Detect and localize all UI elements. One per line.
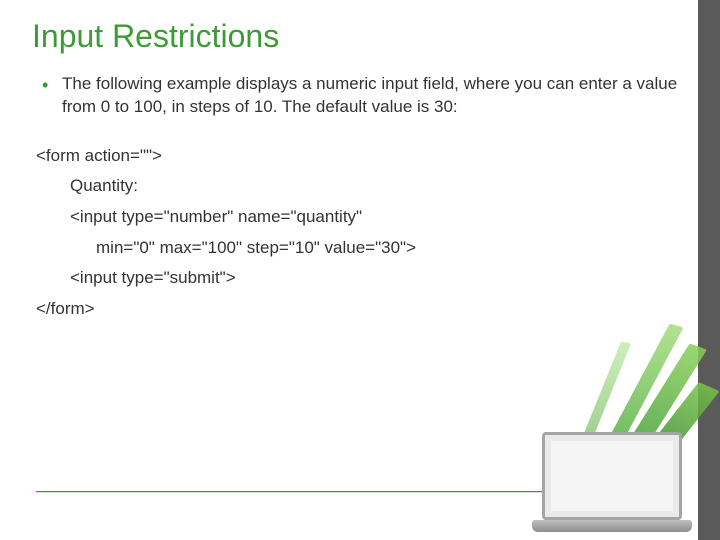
code-line: <input type="submit"> xyxy=(36,263,680,294)
bullet-item: The following example displays a numeric… xyxy=(36,73,680,119)
right-sidebar-strip xyxy=(698,0,720,540)
code-line: <input type="number" name="quantity" xyxy=(36,202,680,233)
code-line: min="0" max="100" step="10" value="30"> xyxy=(36,233,680,264)
slide-content: Input Restrictions The following example… xyxy=(0,0,720,324)
code-example: <form action=""> Quantity: <input type="… xyxy=(36,141,680,325)
decorative-graphic xyxy=(468,370,698,540)
code-line: </form> xyxy=(36,294,680,325)
laptop-screen-icon xyxy=(551,441,673,511)
code-line: <form action=""> xyxy=(36,141,680,172)
page-title: Input Restrictions xyxy=(32,18,680,55)
bullet-list: The following example displays a numeric… xyxy=(36,73,680,119)
code-line: Quantity: xyxy=(36,171,680,202)
laptop-base-icon xyxy=(532,520,692,532)
laptop-icon xyxy=(542,432,682,520)
